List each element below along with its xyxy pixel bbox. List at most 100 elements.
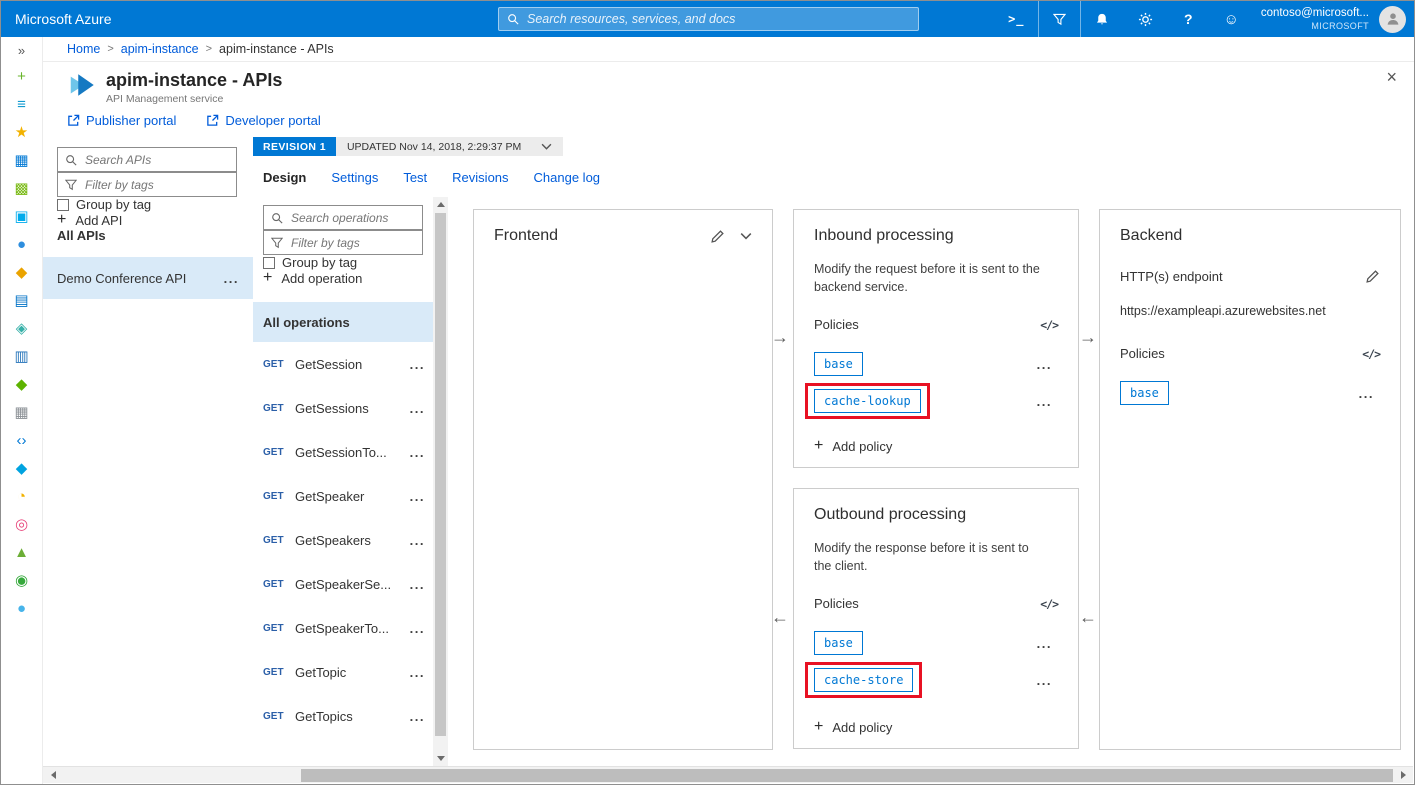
favorites-icon[interactable]: ★ <box>1 118 42 146</box>
api-more-icon[interactable]: ... <box>224 272 239 285</box>
developer-portal-link[interactable]: Developer portal <box>206 113 321 128</box>
storage-accounts-icon[interactable]: ▦ <box>1 398 42 426</box>
feedback-smiley-icon[interactable]: ☺ <box>1210 1 1253 37</box>
function-apps-icon[interactable]: ◆ <box>1 258 42 286</box>
api-item-demo-conference[interactable]: Demo Conference API ... <box>43 257 253 299</box>
monitor-icon[interactable]: ◔ <box>1 482 42 510</box>
operation-row[interactable]: GET GetTopics... <box>253 694 433 738</box>
load-balancers-icon[interactable]: ◆ <box>1 370 42 398</box>
tab-settings[interactable]: Settings <box>331 170 378 185</box>
cost-management-icon[interactable]: ◉ <box>1 566 42 594</box>
operation-more-icon[interactable]: ... <box>410 446 425 459</box>
checkbox[interactable] <box>263 256 275 269</box>
global-search-input[interactable] <box>525 11 910 27</box>
edit-pencil-icon[interactable] <box>710 229 725 244</box>
breadcrumb-home[interactable]: Home <box>67 42 100 56</box>
chevron-down-icon[interactable] <box>541 143 552 150</box>
all-operations-item[interactable]: All operations <box>253 302 433 342</box>
notifications-bell-icon[interactable] <box>1081 1 1124 37</box>
scrollbar-thumb[interactable] <box>435 213 446 736</box>
scroll-right-icon[interactable] <box>1395 767 1411 783</box>
policy-more-icon[interactable]: ... <box>1359 387 1374 400</box>
tab-design[interactable]: Design <box>263 170 306 185</box>
operation-more-icon[interactable]: ... <box>410 666 425 679</box>
operation-more-icon[interactable]: ... <box>410 578 425 591</box>
add-operation-button[interactable]: + Add operation <box>263 270 423 286</box>
tab-revisions[interactable]: Revisions <box>452 170 508 185</box>
tab-test[interactable]: Test <box>403 170 427 185</box>
add-api-button[interactable]: + Add API <box>57 212 237 228</box>
chevron-down-icon[interactable] <box>740 232 752 240</box>
global-search-box[interactable] <box>498 7 919 31</box>
operation-row[interactable]: GET GetTopic... <box>253 650 433 694</box>
operation-more-icon[interactable]: ... <box>410 710 425 723</box>
add-policy-button[interactable]: + Add policy <box>814 438 892 454</box>
operations-scrollbar[interactable] <box>433 197 448 766</box>
policy-chip-base[interactable]: base <box>814 352 863 377</box>
edit-pencil-icon[interactable] <box>1365 269 1380 284</box>
checkbox[interactable] <box>57 198 69 211</box>
operation-row[interactable]: GET GetSession... <box>253 342 433 386</box>
operation-row[interactable]: GET GetSpeaker... <box>253 474 433 518</box>
sql-databases-icon[interactable]: ▤ <box>1 286 42 314</box>
directory-filter-icon[interactable] <box>1037 1 1081 37</box>
all-services-icon[interactable]: ≡ <box>1 90 42 118</box>
filter-operations-input[interactable] <box>289 234 415 251</box>
operation-row[interactable]: GET GetSessionTo...... <box>253 430 433 474</box>
close-icon[interactable]: × <box>1386 68 1397 86</box>
scroll-down-icon[interactable] <box>433 751 448 766</box>
operation-more-icon[interactable]: ... <box>410 622 425 635</box>
policy-more-icon[interactable]: ... <box>1037 358 1052 371</box>
virtual-machines-icon[interactable]: ▥ <box>1 342 42 370</box>
operation-more-icon[interactable]: ... <box>410 358 425 371</box>
operation-row[interactable]: GET GetSpeakers... <box>253 518 433 562</box>
policy-more-icon[interactable]: ... <box>1037 674 1052 687</box>
account-menu[interactable]: contoso@microsoft... MICROSOFT <box>1261 7 1369 32</box>
security-center-icon[interactable]: ▲ <box>1 538 42 566</box>
policy-chip-base[interactable]: base <box>814 631 863 656</box>
operation-row[interactable]: GET GetSpeakerSe...... <box>253 562 433 606</box>
settings-gear-icon[interactable] <box>1124 1 1167 37</box>
tab-change-log[interactable]: Change log <box>534 170 601 185</box>
scroll-up-icon[interactable] <box>433 197 448 212</box>
scrollbar-thumb[interactable] <box>301 769 1393 782</box>
operation-more-icon[interactable]: ... <box>410 402 425 415</box>
code-editor-icon[interactable]: </> <box>1040 597 1059 611</box>
operation-more-icon[interactable]: ... <box>410 534 425 547</box>
code-editor-icon[interactable]: </> <box>1040 318 1059 332</box>
search-apis-box[interactable] <box>57 147 237 172</box>
azure-ad-icon[interactable]: ◆ <box>1 454 42 482</box>
all-resources-icon[interactable]: ▩ <box>1 174 42 202</box>
cosmos-db-icon[interactable]: ◈ <box>1 314 42 342</box>
add-policy-button[interactable]: + Add policy <box>814 719 892 735</box>
cloud-shell-icon[interactable]: >_ <box>995 1 1038 37</box>
help-support-icon[interactable]: ● <box>1 594 42 622</box>
policy-more-icon[interactable]: ... <box>1037 637 1052 650</box>
breadcrumb-apim-instance[interactable]: apim-instance <box>121 42 199 56</box>
filter-operations-box[interactable] <box>263 230 423 255</box>
group-by-tag-operations[interactable]: Group by tag <box>263 255 423 270</box>
virtual-networks-icon[interactable]: ‹› <box>1 426 42 454</box>
horizontal-scrollbar[interactable] <box>43 766 1413 783</box>
filter-apis-box[interactable] <box>57 172 237 197</box>
operation-row[interactable]: GET GetSessions... <box>253 386 433 430</box>
filter-apis-input[interactable] <box>83 176 229 193</box>
search-operations-box[interactable] <box>263 205 423 230</box>
publisher-portal-link[interactable]: Publisher portal <box>67 113 176 128</box>
scroll-left-icon[interactable] <box>45 767 61 783</box>
policy-more-icon[interactable]: ... <box>1037 395 1052 408</box>
search-operations-input[interactable] <box>289 209 415 226</box>
code-editor-icon[interactable]: </> <box>1362 347 1381 361</box>
group-by-tag-apis[interactable]: Group by tag <box>57 197 237 212</box>
policy-chip-cache-lookup[interactable]: cache-lookup <box>814 389 921 414</box>
avatar[interactable] <box>1379 5 1406 33</box>
operation-more-icon[interactable]: ... <box>410 490 425 503</box>
help-icon[interactable]: ? <box>1167 1 1210 37</box>
advisor-icon[interactable]: ◎ <box>1 510 42 538</box>
app-services-icon[interactable]: ● <box>1 230 42 258</box>
policy-chip-base[interactable]: base <box>1120 381 1169 405</box>
operation-row[interactable]: GET GetSpeakerTo...... <box>253 606 433 650</box>
search-apis-input[interactable] <box>83 151 229 168</box>
expand-sidebar-icon[interactable]: » <box>18 43 25 58</box>
resource-groups-icon[interactable]: ▣ <box>1 202 42 230</box>
